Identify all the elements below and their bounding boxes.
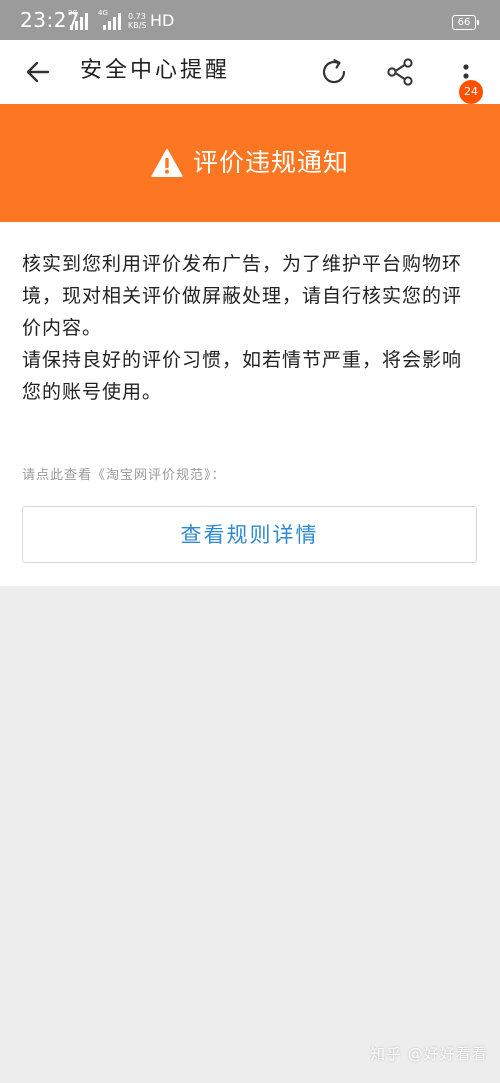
navigation-bar: 安全中心提醒 24 <box>0 40 500 104</box>
network-speed: 0.73 KB/S <box>128 12 148 30</box>
notice-paragraph: 请保持良好的评价习惯，如若情节严重，将会影响您的账号使用。 <box>22 349 463 403</box>
network-speed-unit: KB/S <box>128 21 147 30</box>
share-icon <box>387 58 413 86</box>
view-rules-button[interactable]: 查看规则详情 <box>22 506 477 563</box>
battery-icon: 66 <box>452 15 479 30</box>
violation-banner: 评价违规通知 <box>0 104 500 222</box>
warning-icon <box>151 149 183 177</box>
notification-badge: 24 <box>459 80 483 104</box>
signal-strength-icon: 4G <box>98 9 124 30</box>
status-bar: 23:27 2G 4G 0.73 KB/S HD 66 <box>0 0 500 40</box>
network-speed-value: 0.73 <box>128 12 146 21</box>
refresh-icon <box>322 59 346 84</box>
arrow-left-icon <box>26 61 50 83</box>
notice-content: 核实到您利用评价发布广告，为了维护平台购物环境，现对相关评价做屏蔽处理，请自行核… <box>0 222 500 586</box>
refresh-button[interactable] <box>312 50 356 94</box>
signal-strength-icon: 2G <box>68 9 90 30</box>
notice-paragraph: 核实到您利用评价发布广告，为了维护平台购物环境，现对相关评价做屏蔽处理，请自行核… <box>22 253 463 339</box>
watermark: 知乎 @好好看看 <box>370 1045 488 1063</box>
rules-hint-text: 请点此查看《淘宝网评价规范》： <box>22 468 226 483</box>
page-title: 安全中心提醒 <box>80 58 231 83</box>
share-button[interactable] <box>378 50 422 94</box>
back-button[interactable] <box>18 52 58 92</box>
battery-level: 66 <box>457 17 471 28</box>
hd-voice-label: HD <box>150 11 175 30</box>
banner-title: 评价违规通知 <box>192 148 349 177</box>
